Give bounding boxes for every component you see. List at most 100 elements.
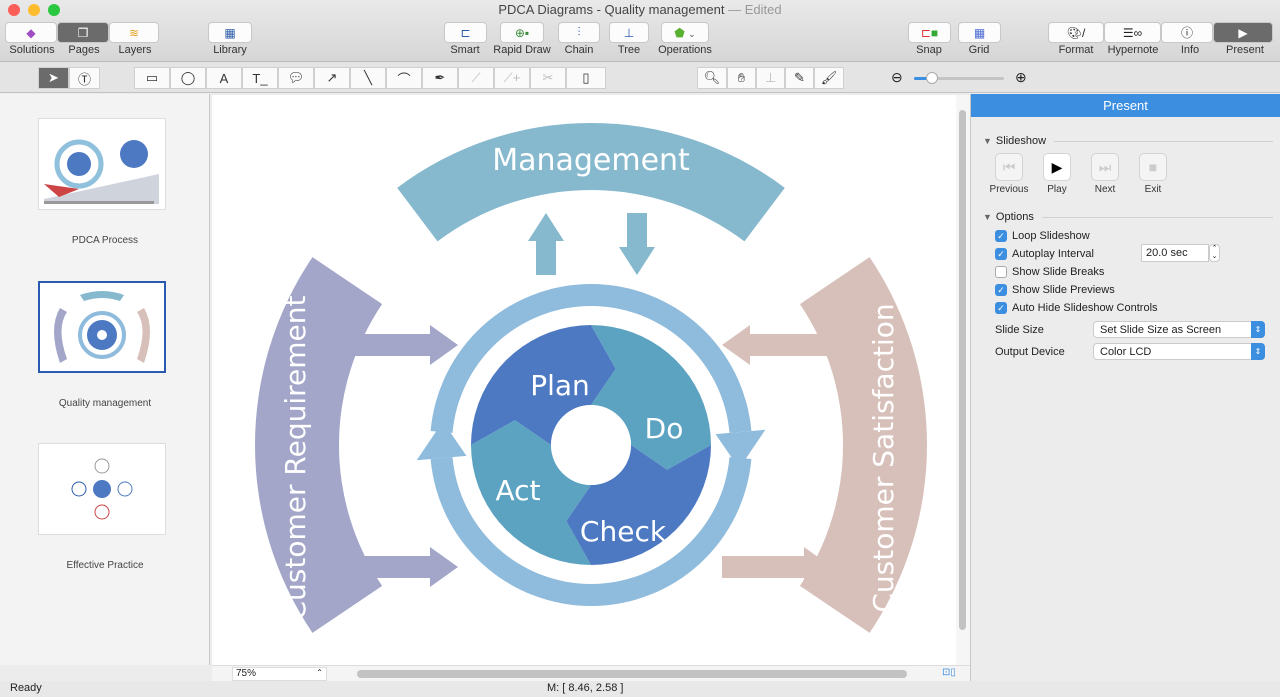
line-tool[interactable]: ╲ xyxy=(350,67,386,89)
arc-icon: ⌒ xyxy=(397,71,411,87)
text-tool[interactable]: A xyxy=(206,67,242,89)
previous-button[interactable]: ⏮︎ xyxy=(995,153,1023,181)
grid-button[interactable]: ▦ xyxy=(958,22,1001,43)
line-icon: ╲ xyxy=(364,70,372,85)
diagram-canvas[interactable]: Management Customer Requirement Customer S… xyxy=(212,95,956,665)
edit-points-tool[interactable]: ⟋ xyxy=(458,67,494,89)
callout-tool[interactable]: 💬︎ xyxy=(278,67,314,89)
next-icon: ⏭︎ xyxy=(1098,158,1112,175)
satisfaction-arrow-top xyxy=(722,325,832,365)
operations-icon: ⬟ ⌄ xyxy=(674,25,696,40)
output-device-select[interactable]: Color LCD ⇕ xyxy=(1093,343,1265,360)
slideshow-section[interactable]: ▼ Slideshow xyxy=(983,135,1273,147)
status-text: Ready xyxy=(10,682,42,694)
checkbox-auto-hide-slideshow-controls[interactable]: ✓ Auto Hide Slideshow Controls xyxy=(995,302,1158,314)
ellipse-tool[interactable]: ◯ xyxy=(170,67,206,89)
pages-sidebar: PDCA Process Quality management Effectiv… xyxy=(0,94,210,665)
fit-page-icon[interactable]: ⊡▯ xyxy=(942,667,956,678)
container-tool[interactable]: ▯ xyxy=(566,67,606,89)
checkbox-icon[interactable]: ✓ xyxy=(995,230,1007,242)
quality-management-preview xyxy=(54,291,150,363)
window-title: PDCA Diagrams - Quality management — Edi… xyxy=(498,2,782,17)
info-icon: ⓘ xyxy=(1180,26,1193,40)
present-panel: Present ▼ Slideshow ⏮︎ ▶ ⏭︎ ■ Previous Pl… xyxy=(970,94,1280,681)
pan-tool[interactable]: ✋︎ xyxy=(727,67,756,89)
textbox-tool[interactable]: T_ xyxy=(242,67,278,89)
check-label: Check xyxy=(580,515,667,548)
zoom-slider[interactable] xyxy=(914,72,1004,84)
checkbox-autoplay-interval[interactable]: ✓ Autoplay Interval xyxy=(995,248,1094,260)
solutions-button[interactable]: ◆ xyxy=(5,22,57,43)
eyedropper-tool[interactable]: ✎ xyxy=(785,67,814,89)
checkbox-label: Autoplay Interval xyxy=(1012,248,1094,260)
page-thumbnail-pdca-process[interactable] xyxy=(38,118,166,210)
pages-icon: ❐ xyxy=(77,25,89,40)
magnifier-icon: 🔍︎ xyxy=(703,70,721,85)
info-button[interactable]: ⓘ xyxy=(1161,22,1213,43)
operations-button[interactable]: ⬟ ⌄ xyxy=(661,22,709,43)
container-icon: ▯ xyxy=(582,70,590,85)
checkbox-icon[interactable]: ✓ xyxy=(995,284,1007,296)
page-thumbnail-effective-practice[interactable] xyxy=(38,443,166,535)
checkbox-icon[interactable] xyxy=(995,266,1007,278)
page-thumbnail-quality-management[interactable] xyxy=(38,281,166,373)
play-button[interactable]: ▶ xyxy=(1043,153,1071,181)
exit-button[interactable]: ■ xyxy=(1139,153,1167,181)
layers-icon: ≋ xyxy=(128,25,140,40)
select-arrows-icon: ⇕ xyxy=(1251,321,1265,338)
vertical-scroll-thumb[interactable] xyxy=(959,110,966,630)
present-button[interactable]: ▶ xyxy=(1213,22,1273,43)
checkbox-loop-slideshow[interactable]: ✓ Loop Slideshow xyxy=(995,230,1090,242)
arrow-tool[interactable]: ↗ xyxy=(314,67,350,89)
options-section[interactable]: ▼ Options xyxy=(983,211,1273,223)
format-button[interactable]: 🎨︎/ xyxy=(1048,22,1104,43)
snap-button[interactable]: ⊏■ xyxy=(908,22,951,43)
add-point-tool[interactable]: ⟋+ xyxy=(494,67,530,89)
do-label: Do xyxy=(645,412,684,445)
stop-icon: ■ xyxy=(1148,159,1158,175)
interval-stepper[interactable]: ⌃ ⌄ xyxy=(1209,244,1220,262)
chain-button[interactable]: ⫶ xyxy=(558,22,600,43)
zoom-slider-knob[interactable] xyxy=(926,72,938,84)
tree-icon: ⊥ xyxy=(623,25,635,40)
checkbox-show-slide-breaks[interactable]: Show Slide Breaks xyxy=(995,266,1104,278)
cycle-arrowhead-right xyxy=(715,429,766,469)
checkbox-icon[interactable]: ✓ xyxy=(995,302,1007,314)
cut-tool[interactable]: ✂ xyxy=(530,67,566,89)
next-button[interactable]: ⏭︎ xyxy=(1091,153,1119,181)
rapid-draw-button[interactable]: ⊕▪ xyxy=(500,22,544,43)
rectangle-tool[interactable]: ▭ xyxy=(134,67,170,89)
slide-size-label: Slide Size xyxy=(995,324,1044,336)
library-button[interactable]: ▦ xyxy=(208,22,252,43)
page-label: PDCA Process xyxy=(71,235,139,246)
vertical-scrollbar[interactable] xyxy=(956,95,970,665)
checkbox-show-slide-previews[interactable]: ✓ Show Slide Previews xyxy=(995,284,1115,296)
stamp-tool[interactable]: ⊥ xyxy=(756,67,785,89)
eyedropper-icon: ✎ xyxy=(794,70,805,85)
tree-button[interactable]: ⊥ xyxy=(609,22,649,43)
grid-label: Grid xyxy=(968,44,990,56)
autoplay-interval-field[interactable]: 20.0 sec xyxy=(1141,244,1209,262)
arc-tool[interactable]: ⌒ xyxy=(386,67,422,89)
checkbox-label: Show Slide Previews xyxy=(1012,284,1115,296)
pages-button[interactable]: ❐ xyxy=(57,22,109,43)
checkbox-icon[interactable]: ✓ xyxy=(995,248,1007,260)
pen-tool[interactable]: ✒ xyxy=(422,67,458,89)
pdca-diagram: Management Customer Requirement Customer S… xyxy=(254,123,927,633)
slide-size-select[interactable]: Set Slide Size as Screen ⇕ xyxy=(1093,321,1265,338)
layers-button[interactable]: ≋ xyxy=(109,22,159,43)
hypernote-button[interactable]: ☰∞ xyxy=(1104,22,1161,43)
zoom-level-select[interactable]: 75% ⌃ xyxy=(232,667,327,681)
zoom-out-icon[interactable]: ⊖ xyxy=(891,69,903,86)
smart-icon: ⊏ xyxy=(460,25,471,40)
text-select-tool[interactable]: Ⓣ xyxy=(69,67,100,89)
customer-satisfaction-label: Customer Satisfaction xyxy=(867,303,900,612)
select-tool[interactable]: ➤ xyxy=(38,67,69,89)
smart-button[interactable]: ⊏ xyxy=(444,22,487,43)
present-icon: ▶ xyxy=(1238,25,1248,40)
zoom-in-icon[interactable]: ⊕ xyxy=(1015,69,1027,86)
format-brush-tool[interactable]: 🖌︎ xyxy=(814,67,844,89)
select-arrows-icon: ⇕ xyxy=(1251,343,1265,360)
horizontal-scroll-thumb[interactable] xyxy=(357,670,907,678)
zoom-tool[interactable]: 🔍︎ xyxy=(697,67,727,89)
